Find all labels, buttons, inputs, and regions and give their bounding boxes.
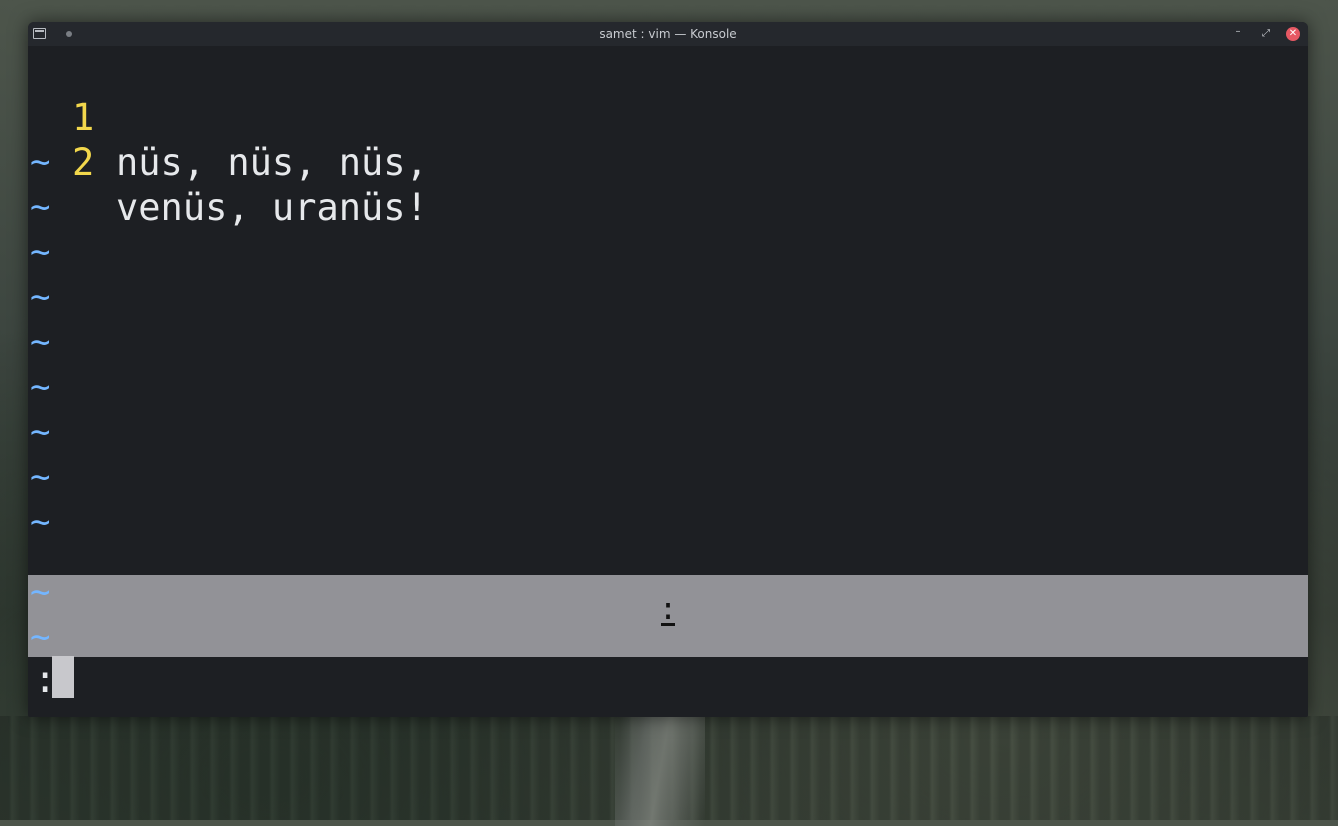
wallpaper-road [615, 716, 705, 826]
title-bar[interactable]: samet : vim — Konsole – ⤢ ✕ [28, 22, 1308, 46]
empty-line-marker: ~ [30, 502, 51, 542]
empty-line-marker: ~ [30, 367, 51, 407]
empty-line-marker: ~ [30, 412, 51, 452]
line-text: nüs, nüs, nüs, [116, 141, 428, 184]
editor-line: 2 venüs, uranüs! [28, 95, 428, 229]
empty-line-marker: ~ [30, 457, 51, 497]
maximize-button[interactable]: ⤢ [1259, 27, 1273, 41]
editor-line: 1 nüs, nüs, nüs, [28, 50, 428, 184]
empty-line-marker: ~ [30, 277, 51, 317]
line-text: venüs, uranüs! [116, 186, 428, 229]
empty-line-marker: ~ [30, 142, 51, 182]
konsole-window: samet : vim — Konsole – ⤢ ✕ 1 nüs, nüs, … [28, 22, 1308, 717]
minimize-button[interactable]: – [1231, 25, 1245, 39]
overlay-command-text: : [659, 587, 677, 632]
empty-line-marker: ~ [30, 572, 51, 612]
window-title: samet : vim — Konsole [599, 27, 737, 41]
empty-line-marker: ~ [30, 232, 51, 272]
line-number: 2 [72, 141, 95, 184]
empty-line-marker: ~ [30, 617, 51, 657]
empty-line-marker: ~ [30, 187, 51, 227]
terminal-area[interactable]: 1 nüs, nüs, nüs, 2 venüs, uranüs! ~ ~ ~ … [28, 46, 1308, 717]
close-button[interactable]: ✕ [1286, 27, 1300, 41]
text-cursor [52, 656, 74, 698]
command-overlay: ~ ~ : [28, 572, 1308, 657]
empty-line-marker: ~ [30, 322, 51, 362]
